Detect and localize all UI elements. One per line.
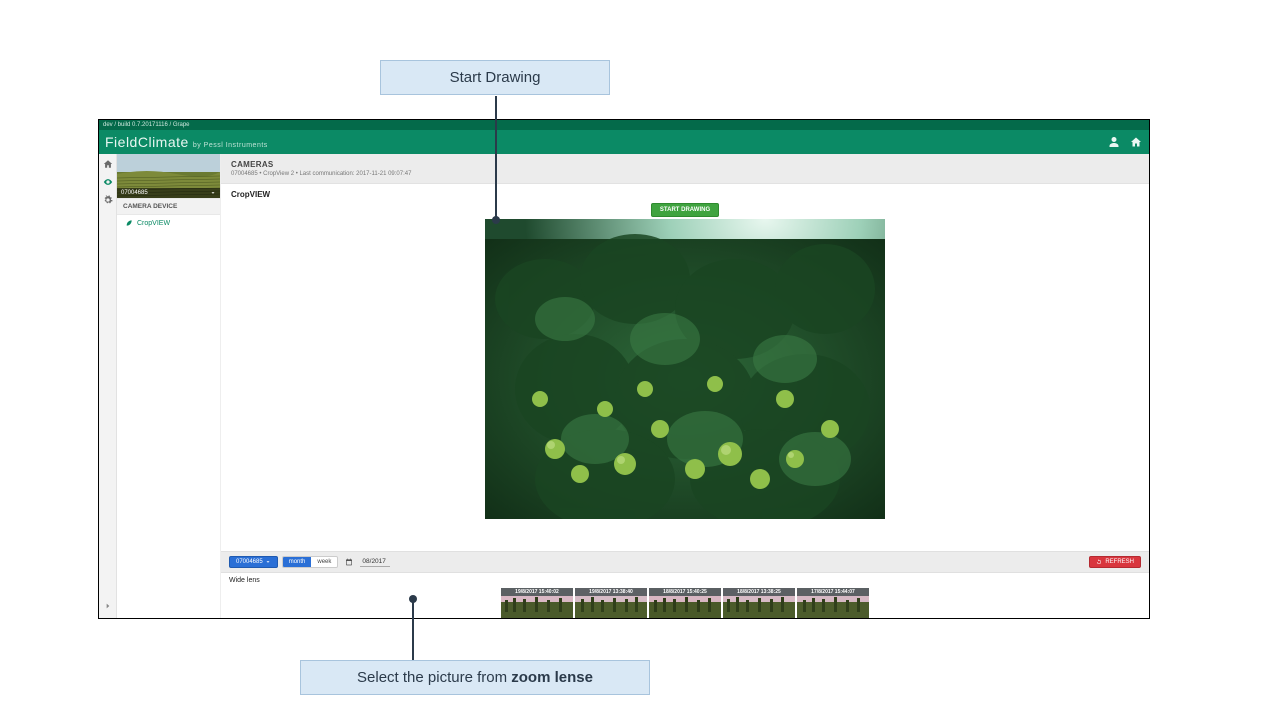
thumbnail[interactable]: 19/8/2017 13:38:40 <box>575 588 647 618</box>
lens-label: Wide lens <box>229 577 1141 584</box>
refresh-label: REFRESH <box>1105 559 1134 565</box>
thumbnail-strip: 19/8/2017 15:40:02 19/8/2017 13:38:40 18… <box>229 588 1141 618</box>
main-area: CAMERAS 07004685 • CropView 2 • Last com… <box>221 154 1149 618</box>
annotation-text-bold: zoom lense <box>511 669 593 686</box>
main-photo[interactable] <box>485 219 885 519</box>
build-bar: dev / build 0.7.20171116 / Grape <box>99 120 1149 130</box>
cameras-header: CAMERAS 07004685 • CropView 2 • Last com… <box>221 154 1149 184</box>
rail-eye-icon[interactable] <box>102 176 114 188</box>
refresh-icon <box>1096 559 1102 565</box>
sidebar-item-cropview[interactable]: CropVIEW <box>117 215 220 231</box>
annotation-text-prefix: Select the picture from <box>357 669 511 686</box>
period-toggle: month week <box>282 556 339 568</box>
thumbnail-timestamp: 18/8/2017 15:40:25 <box>649 588 721 596</box>
brand-logo: FieldClimate by Pessl Instruments <box>105 134 268 150</box>
station-panel: 07004685 CAMERA DEVICE CropVIEW <box>117 154 221 618</box>
thumbnail[interactable]: 19/8/2017 15:40:02 <box>501 588 573 618</box>
image-toolbar: 07004685 month week 08/2017 REFRESH <box>221 551 1149 573</box>
sidebar-item-label: CropVIEW <box>137 220 170 227</box>
thumbnail-timestamp: 17/8/2017 15:44:07 <box>797 588 869 596</box>
station-select-button[interactable]: 07004685 <box>229 556 278 568</box>
annotation-connector-bottom <box>412 602 414 660</box>
cameras-title: CAMERAS <box>231 160 1139 169</box>
build-label: dev / build 0.7.20171116 / Grape <box>103 122 190 128</box>
annotation-start-drawing: Start Drawing <box>380 60 610 95</box>
annotation-text: Start Drawing <box>450 69 541 86</box>
rail-expand-icon[interactable] <box>102 600 114 612</box>
annotation-connector-top <box>495 96 497 218</box>
station-id: 07004685 <box>121 190 148 196</box>
lens-section: Wide lens 19/8/2017 15:40:02 19/8/2017 1… <box>221 573 1149 618</box>
thumbnail-timestamp: 19/8/2017 15:40:02 <box>501 588 573 596</box>
rail-home-icon[interactable] <box>102 158 114 170</box>
brand-name: FieldClimate <box>105 134 189 150</box>
user-icon[interactable] <box>1107 135 1121 149</box>
card-title: CropVIEW <box>231 190 1139 199</box>
thumbnail[interactable]: 17/8/2017 15:44:07 <box>797 588 869 618</box>
caret-down-icon <box>265 559 271 565</box>
station-hero-label: 07004685 <box>117 188 220 198</box>
start-drawing-button[interactable]: START DRAWING <box>651 203 719 217</box>
annotation-dot-top <box>492 216 500 224</box>
rail-gear-icon[interactable] <box>102 194 114 206</box>
station-section-header: CAMERA DEVICE <box>117 198 220 215</box>
annotation-dot-bottom <box>409 595 417 603</box>
thumbnail-timestamp: 19/8/2017 13:38:40 <box>575 588 647 596</box>
period-week[interactable]: week <box>311 557 337 567</box>
cropview-card: CropVIEW START DRAWING <box>221 184 1149 551</box>
app-window: dev / build 0.7.20171116 / Grape FieldCl… <box>98 119 1150 619</box>
thumbnail[interactable]: 18/8/2017 13:38:25 <box>723 588 795 618</box>
brand-byline: by Pessl Instruments <box>193 142 268 149</box>
thumbnail-timestamp: 18/8/2017 13:38:25 <box>723 588 795 596</box>
nav-rail <box>99 154 117 618</box>
orchard-image <box>485 219 885 519</box>
drawing-area: START DRAWING <box>231 203 1139 545</box>
date-field[interactable]: 08/2017 <box>360 558 390 567</box>
header-bar: FieldClimate by Pessl Instruments <box>99 130 1149 154</box>
home-icon[interactable] <box>1129 135 1143 149</box>
thumbnail[interactable]: 18/8/2017 15:40:25 <box>649 588 721 618</box>
cameras-subtitle: 07004685 • CropView 2 • Last communicati… <box>231 171 1139 177</box>
calendar-icon[interactable] <box>344 557 354 567</box>
refresh-button[interactable]: REFRESH <box>1089 556 1141 568</box>
station-hero[interactable]: 07004685 <box>117 154 220 198</box>
leaf-icon <box>125 219 133 227</box>
annotation-zoom-lense: Select the picture from zoom lense <box>300 660 650 695</box>
chevron-down-icon[interactable] <box>210 190 216 196</box>
period-month[interactable]: month <box>283 557 312 567</box>
station-select-label: 07004685 <box>236 559 263 565</box>
